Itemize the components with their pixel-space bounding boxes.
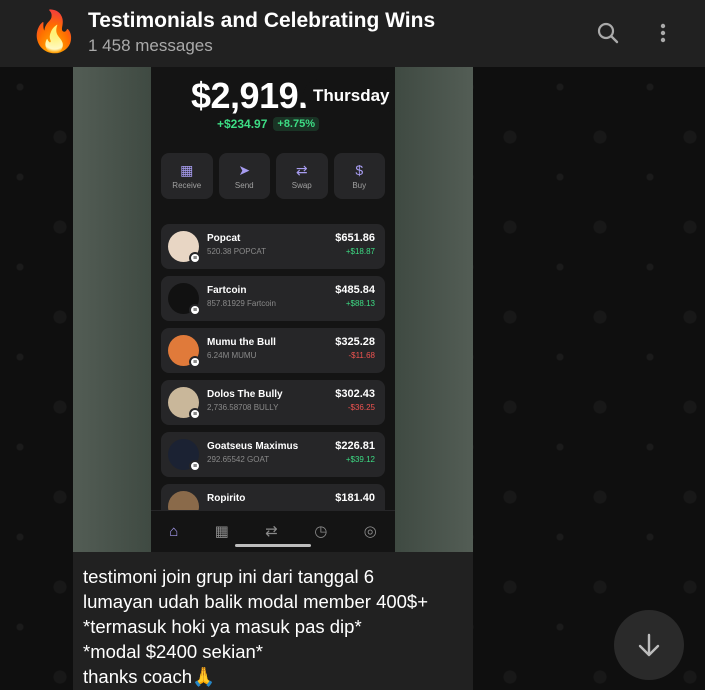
- token-amount: 857.81929 Fartcoin: [207, 299, 276, 308]
- action-label: Buy: [352, 180, 367, 190]
- token-amount: 6.24M MUMU: [207, 351, 257, 360]
- caption-line: lumayan udah balik modal member 400$+: [83, 591, 429, 612]
- token-value: $226.81: [335, 440, 375, 452]
- token-value: $302.43: [335, 388, 375, 400]
- swap-icon: ⇄: [295, 161, 308, 178]
- chain-badge-icon: ≡: [189, 408, 201, 420]
- token-delta: +$39.12: [345, 455, 375, 464]
- token-row: ≡ Dolos The Bully 2,736.58708 BULLY $302.43…: [161, 380, 385, 425]
- message-bubble: $2,919. Thursday +$234.97 +8.75% ▦ Receiv…: [73, 67, 473, 690]
- change-percent: +8.75%: [273, 117, 320, 131]
- token-name: Fartcoin: [207, 285, 247, 296]
- chain-badge-icon: ≡: [189, 460, 201, 472]
- home-indicator: [235, 544, 311, 547]
- fire-icon: 🔥: [29, 10, 79, 54]
- home-icon: ⌂: [169, 523, 179, 540]
- token-delta: +$88.13: [345, 299, 375, 308]
- clock-icon: ◷: [314, 523, 328, 540]
- token-name: Dolos The Bully: [207, 389, 283, 400]
- token-row: ≡ Fartcoin 857.81929 Fartcoin $485.84 +$88.1…: [161, 276, 385, 321]
- token-row: ≡ Popcat 520.38 POPCAT $651.86 +$18.87: [161, 224, 385, 269]
- search-button[interactable]: [591, 16, 625, 50]
- action-receive: ▦ Receive: [161, 153, 213, 199]
- wallet-screenshot: $2,919. Thursday +$234.97 +8.75% ▦ Receiv…: [151, 67, 395, 552]
- action-label: Swap: [291, 180, 312, 190]
- caption-line: *modal $2400 sekian*: [83, 641, 263, 662]
- token-name: Popcat: [207, 233, 241, 244]
- token-name: Goatseus Maximus: [207, 441, 299, 452]
- action-label: Send: [234, 180, 254, 190]
- channel-title[interactable]: Testimonials and Celebrating Wins: [88, 9, 435, 33]
- wallet-balance: $2,919.: [191, 75, 308, 116]
- token-value: $651.86: [335, 232, 375, 244]
- more-options-button[interactable]: [646, 16, 680, 50]
- search-icon: [597, 22, 619, 44]
- message-caption: testimoni join grup ini dari tanggal 6 l…: [83, 564, 468, 689]
- token-row: ≡ Mumu the Bull 6.24M MUMU $325.28 -$11.68: [161, 328, 385, 373]
- qr-code-icon: ▦: [180, 161, 194, 178]
- date-badge: Thursday: [303, 79, 395, 113]
- channel-avatar[interactable]: 🔥: [29, 8, 79, 56]
- token-list: ≡ Popcat 520.38 POPCAT $651.86 +$18.87 ≡ Fartc…: [161, 224, 385, 536]
- swap-icon: ⇄: [265, 523, 278, 540]
- caption-line: testimoni join grup ini dari tanggal 6: [83, 566, 375, 587]
- send-icon: ➤: [238, 161, 251, 178]
- message-photo[interactable]: $2,919. Thursday +$234.97 +8.75% ▦ Receiv…: [73, 67, 473, 552]
- token-amount: 2,736.58708 BULLY: [207, 403, 279, 412]
- caption-line: *termasuk hoki ya masuk pas dip*: [83, 616, 362, 637]
- scroll-to-bottom-button[interactable]: [614, 610, 684, 680]
- token-name: Mumu the Bull: [207, 337, 276, 348]
- arrow-down-icon: [638, 633, 660, 657]
- action-send: ➤ Send: [218, 153, 270, 199]
- token-value: $485.84: [335, 284, 375, 296]
- chain-badge-icon: ≡: [189, 252, 201, 264]
- action-label: Receive: [172, 180, 202, 190]
- token-delta: +$18.87: [345, 247, 375, 256]
- dollar-icon: $: [355, 161, 364, 178]
- grid-icon: ▦: [214, 523, 229, 540]
- token-row: ≡ Goatseus Maximus 292.65542 GOAT $226.81 +$…: [161, 432, 385, 477]
- more-vertical-icon: [660, 23, 666, 43]
- token-name: Ropirito: [207, 493, 246, 504]
- compass-icon: ◎: [363, 523, 377, 540]
- chain-badge-icon: ≡: [189, 304, 201, 316]
- action-swap: ⇄ Swap: [276, 153, 328, 199]
- balance-change: +$234.97 +8.75%: [217, 117, 320, 131]
- wallet-actions: ▦ Receive ➤ Send ⇄ Swap $ Buy: [161, 153, 385, 199]
- change-amount: +$234.97: [217, 117, 268, 131]
- action-buy: $ Buy: [333, 153, 385, 199]
- chain-badge-icon: ≡: [189, 356, 201, 368]
- token-amount: 520.38 POPCAT: [207, 247, 266, 256]
- caption-line: thanks coach🙏: [83, 666, 216, 687]
- token-delta: -$36.25: [347, 403, 375, 412]
- token-value: $325.28: [335, 336, 375, 348]
- token-value: $181.40: [335, 492, 375, 504]
- chat-header: 🔥 Testimonials and Celebrating Wins 1 45…: [0, 0, 705, 67]
- token-delta: -$11.68: [348, 351, 375, 360]
- message-count: 1 458 messages: [88, 36, 213, 55]
- token-amount: 292.65542 GOAT: [207, 455, 270, 464]
